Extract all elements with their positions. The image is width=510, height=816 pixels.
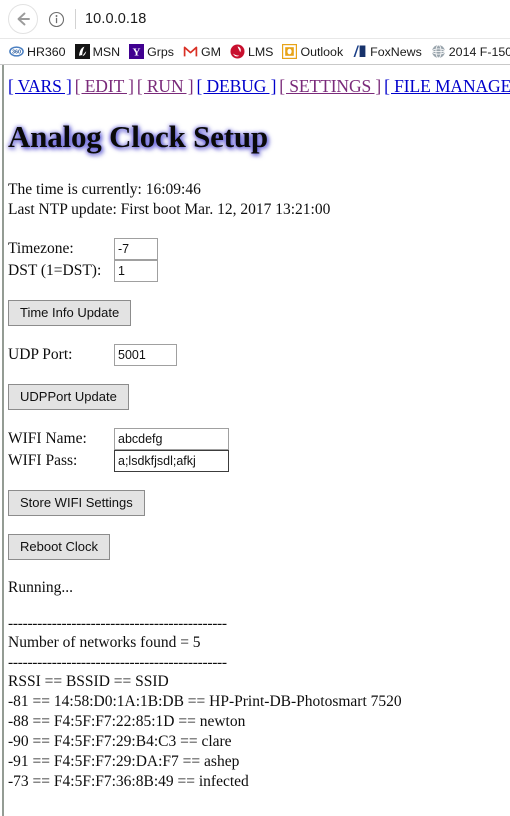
bookmark-grps[interactable]: Y Grps xyxy=(129,44,174,59)
dst-label: DST (1=DST): xyxy=(8,262,102,279)
wifi-pass-input[interactable] xyxy=(114,450,229,472)
store-wifi-settings-button[interactable]: Store WIFI Settings xyxy=(8,490,145,516)
nav-link-settings[interactable]: [ SETTINGS ] xyxy=(279,76,381,96)
msn-icon xyxy=(74,44,90,59)
dst-input[interactable] xyxy=(114,260,158,282)
bookmark-2014-f-150[interactable]: 2014 F-150 xyxy=(431,44,510,59)
scan-divider-bottom: ----------------------------------------… xyxy=(8,654,227,671)
network-row: -73 == F4:5F:F7:36:8B:49 == infected xyxy=(8,773,249,790)
info-circle-icon[interactable] xyxy=(48,11,65,28)
back-arrow-icon xyxy=(17,12,30,26)
nav-links: [ VARS ][ EDIT ][ RUN ][ DEBUG ][ SETTIN… xyxy=(8,65,510,97)
bookmarks-bar: 360 HR360 MSN Y Grps GM LMS Outlook FoxN… xyxy=(0,38,510,64)
time-info-update-button[interactable]: Time Info Update xyxy=(8,300,132,326)
wifi-name-label: WIFI Name: xyxy=(8,430,87,447)
globe-icon xyxy=(431,44,446,59)
current-time-text: The time is currently: 16:09:46 xyxy=(8,181,201,198)
reboot-clock-button[interactable]: Reboot Clock xyxy=(8,534,111,560)
bookmark-label: MSN xyxy=(92,44,121,59)
browser-toolbar: 10.0.0.18 xyxy=(0,0,510,38)
wifi-name-input[interactable] xyxy=(114,428,229,450)
bookmark-label: LMS xyxy=(247,44,274,59)
bookmark-label: FoxNews xyxy=(370,44,422,59)
udp-port-input[interactable] xyxy=(114,344,177,366)
udp-port-form: UDP Port: UDPPort Update xyxy=(8,344,510,410)
wifi-pass-label: WIFI Pass: xyxy=(8,452,78,469)
network-row: -81 == 14:58:D0:1A:1B:DB == HP-Print-DB-… xyxy=(8,693,402,710)
browser-chrome: 10.0.0.18 360 HR360 MSN Y Grps GM LMS Ou… xyxy=(0,0,510,65)
nav-link-edit[interactable]: [ EDIT ] xyxy=(75,76,134,96)
bookmark-label: GM xyxy=(200,44,221,59)
foxnews-icon xyxy=(352,44,368,59)
bookmark-hr360[interactable]: 360 HR360 xyxy=(9,44,66,59)
timezone-input[interactable] xyxy=(114,238,158,260)
url-bar[interactable]: 10.0.0.18 xyxy=(85,11,146,27)
network-row: -91 == F4:5F:F7:29:DA:F7 == ashep xyxy=(8,753,240,770)
hr360-icon: 360 xyxy=(9,44,24,59)
bookmark-outlook[interactable]: Outlook xyxy=(282,44,343,59)
url-separator xyxy=(75,9,76,29)
svg-text:Y: Y xyxy=(133,47,141,59)
bookmark-label: 2014 F-150 xyxy=(448,44,510,59)
timezone-row: Timezone: xyxy=(8,238,510,260)
bookmark-gm[interactable]: GM xyxy=(182,44,221,59)
network-table-header: RSSI == BSSID == SSID xyxy=(8,673,169,690)
bookmark-label: Outlook xyxy=(300,44,344,59)
page-title: Analog Clock Setup xyxy=(8,119,268,154)
network-scan-block: ----------------------------------------… xyxy=(8,614,510,792)
udp-port-update-button[interactable]: UDPPort Update xyxy=(8,384,129,410)
udp-port-row: UDP Port: xyxy=(8,344,510,366)
udp-port-label: UDP Port: xyxy=(8,346,73,363)
bookmark-foxnews[interactable]: FoxNews xyxy=(352,44,422,59)
network-count-text: Number of networks found = 5 xyxy=(8,634,201,651)
nav-link-file-manager[interactable]: [ FILE MANAGER ] xyxy=(384,76,510,96)
bookmark-msn[interactable]: MSN xyxy=(74,44,121,59)
wifi-settings-form: WIFI Name: WIFI Pass: Store WIFI Setting… xyxy=(8,428,510,516)
svg-text:360: 360 xyxy=(12,50,21,56)
scan-divider-top: ----------------------------------------… xyxy=(8,615,227,632)
ntp-update-text: Last NTP update: First boot Mar. 12, 201… xyxy=(8,201,331,218)
status-text: Running... xyxy=(8,579,74,596)
bookmark-label: HR360 xyxy=(27,44,66,59)
lms-icon xyxy=(230,44,245,59)
bookmark-label: Grps xyxy=(147,44,174,59)
gmail-icon xyxy=(182,44,198,59)
outlook-icon xyxy=(282,44,298,59)
wifi-name-row: WIFI Name: xyxy=(8,428,510,450)
nav-link-vars[interactable]: [ VARS ] xyxy=(8,76,72,96)
wifi-pass-row: WIFI Pass: xyxy=(8,450,510,472)
timezone-label: Timezone: xyxy=(8,240,74,257)
nav-link-run[interactable]: [ RUN ] xyxy=(137,76,194,96)
network-row: -88 == F4:5F:F7:22:85:1D == newton xyxy=(8,713,246,730)
network-row: -90 == F4:5F:F7:29:B4:C3 == clare xyxy=(8,733,232,750)
yahoo-groups-icon: Y xyxy=(129,44,145,59)
bookmark-lms[interactable]: LMS xyxy=(230,44,273,59)
page-edge-artifact xyxy=(2,65,4,816)
page-content: [ VARS ][ EDIT ][ RUN ][ DEBUG ][ SETTIN… xyxy=(0,65,510,816)
nav-link-debug[interactable]: [ DEBUG ] xyxy=(197,76,277,96)
back-button[interactable] xyxy=(8,4,38,34)
dst-row: DST (1=DST): xyxy=(8,260,510,282)
time-settings-form: Timezone: DST (1=DST): Time Info Update xyxy=(8,238,510,326)
time-info-block: The time is currently: 16:09:46 Last NTP… xyxy=(8,180,510,220)
